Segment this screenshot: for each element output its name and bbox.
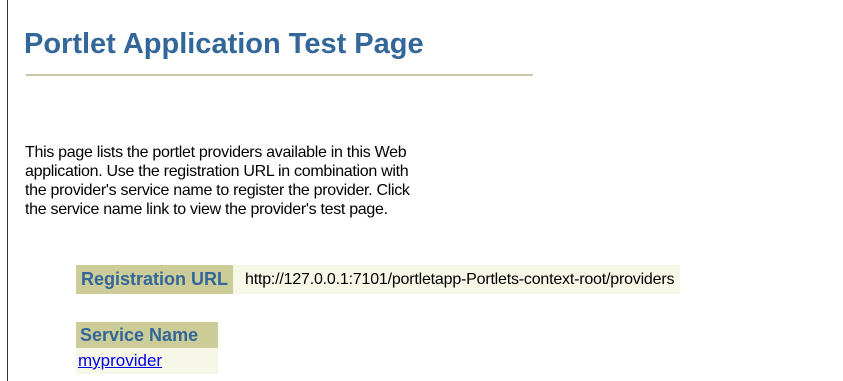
service-name-header: Service Name — [76, 322, 218, 348]
intro-text: This page lists the portlet providers av… — [25, 143, 565, 219]
registration-row: Registration URL http://127.0.0.1:7101/p… — [76, 265, 681, 294]
intro-line: This page lists the portlet providers av… — [25, 144, 407, 161]
registration-url-value: http://127.0.0.1:7101/portletapp-Portlet… — [233, 265, 681, 294]
service-row: myprovider — [76, 348, 218, 374]
page-title: Portlet Application Test Page — [24, 28, 424, 60]
title-underline — [26, 74, 533, 76]
service-link-myprovider[interactable]: myprovider — [78, 351, 162, 370]
page: Portlet Application Test Page This page … — [0, 0, 843, 381]
left-divider — [7, 0, 8, 381]
intro-line: the provider's service name to register … — [25, 182, 410, 199]
intro-line: the service name link to view the provid… — [25, 201, 388, 218]
intro-line: application. Use the registration URL in… — [25, 163, 409, 180]
registration-url-label: Registration URL — [76, 265, 234, 294]
service-table: Service Name myprovider — [76, 322, 218, 374]
